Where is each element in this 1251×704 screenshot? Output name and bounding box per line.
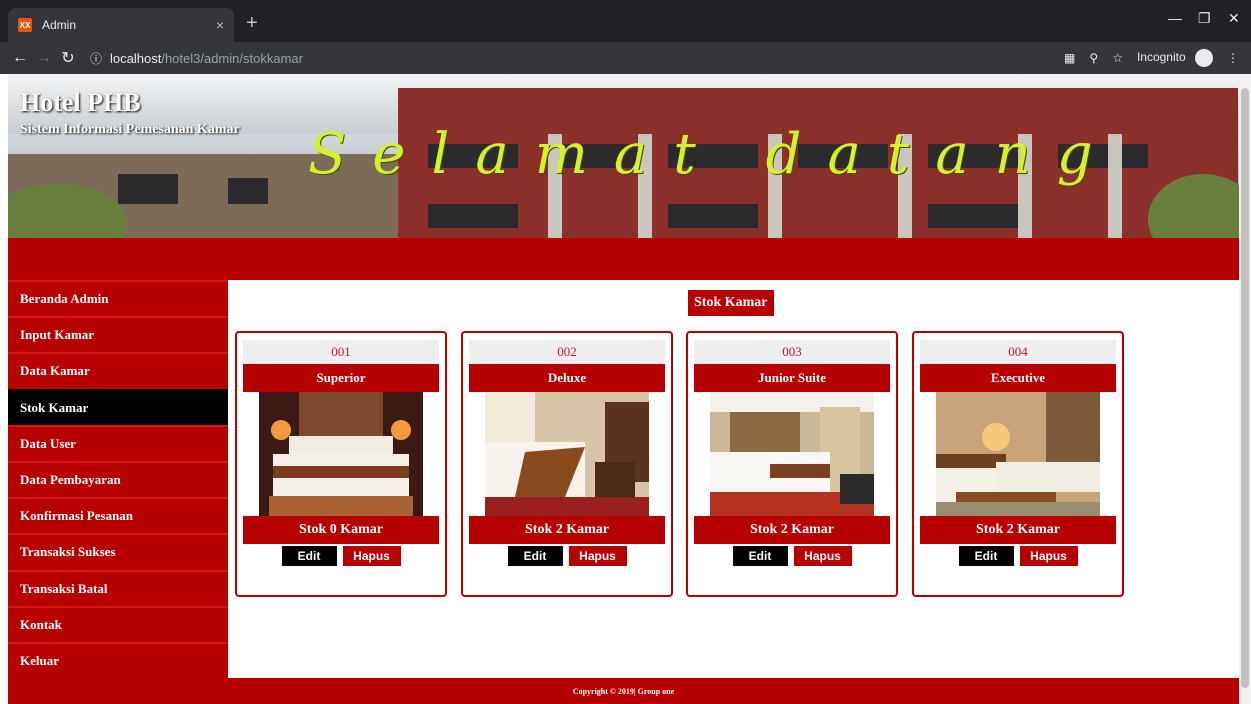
room-card: 001 Superior Stok 0 Kamar Edit Hapus xyxy=(235,331,447,597)
browser-tab-strip: XX Admin × + — ❐ ✕ xyxy=(0,0,1251,42)
url-path: /hotel3/admin/stokkamar xyxy=(161,50,303,66)
room-photo xyxy=(259,392,423,516)
room-type: Deluxe xyxy=(469,364,665,392)
sidebar: Beranda Admin Input Kamar Data Kamar Sto… xyxy=(8,280,228,678)
header-banner: Hotel PHB Sistem Informasi Pemesanan Kam… xyxy=(8,74,1239,238)
sidebar-item-beranda-admin[interactable]: Beranda Admin xyxy=(8,280,228,316)
delete-button[interactable]: Hapus xyxy=(568,546,627,566)
minimize-icon[interactable]: — xyxy=(1168,10,1182,26)
edit-button[interactable]: Edit xyxy=(507,546,563,566)
page-scrollbar[interactable] xyxy=(1239,74,1251,704)
incognito-label: Incognito xyxy=(1136,50,1186,65)
room-stock: Stok 2 Kamar xyxy=(694,516,890,544)
room-photo xyxy=(710,392,874,516)
url-host: localhost xyxy=(110,50,162,66)
delete-button[interactable]: Hapus xyxy=(342,546,401,566)
site-favicon-icon: XX xyxy=(18,18,32,32)
site-title: Hotel PHB xyxy=(20,88,141,117)
site-subtitle: Sistem Informasi Pemesanan Kamar xyxy=(20,122,240,137)
edit-button[interactable]: Edit xyxy=(281,546,337,566)
translate-icon[interactable]: ▦ xyxy=(1064,51,1075,65)
room-stock: Stok 2 Kamar xyxy=(469,516,665,544)
room-stock: Stok 2 Kamar xyxy=(920,516,1116,544)
scrollbar-thumb[interactable] xyxy=(1241,88,1249,688)
copyright-text: Copyright © 2019| Group one xyxy=(572,686,675,696)
room-card: 002 Deluxe Stok 2 Kamar Edit Hapus xyxy=(461,331,673,597)
sidebar-item-keluar[interactable]: Keluar xyxy=(8,641,228,678)
info-icon[interactable]: ⓘ xyxy=(90,50,102,67)
sidebar-item-konfirmasi-pesanan[interactable]: Konfirmasi Pesanan xyxy=(8,497,228,533)
room-photo xyxy=(936,392,1100,516)
sidebar-item-kontak[interactable]: Kontak xyxy=(8,605,228,642)
reload-icon[interactable]: ↻ xyxy=(56,48,80,68)
room-type: Junior Suite xyxy=(694,364,890,392)
back-arrow-icon[interactable]: ← xyxy=(8,49,32,67)
tab-title: Admin xyxy=(42,18,77,32)
new-tab-button[interactable]: + xyxy=(246,12,258,35)
welcome-text: Selamat datang xyxy=(308,122,1119,187)
room-code: 003 xyxy=(694,340,890,364)
sidebar-item-transaksi-sukses[interactable]: Transaksi Sukses xyxy=(8,533,228,569)
room-card: 003 Junior Suite Stok 2 Kamar Edit Hapus xyxy=(686,331,898,597)
room-stock: Stok 0 Kamar xyxy=(243,516,439,544)
header-red-band xyxy=(8,238,1239,280)
browser-menu-icon[interactable]: ⋮ xyxy=(1227,51,1239,65)
sidebar-item-input-kamar[interactable]: Input Kamar xyxy=(8,316,228,352)
main-content: Stok Kamar 001 Superior Stok 0 Kamar Edi… xyxy=(228,280,1239,678)
sidebar-item-stok-kamar[interactable]: Stok Kamar xyxy=(8,388,228,425)
delete-button[interactable]: Hapus xyxy=(1019,546,1078,566)
incognito-icon xyxy=(1195,49,1213,67)
sidebar-item-data-pembayaran[interactable]: Data Pembayaran xyxy=(8,460,228,497)
page-title: Stok Kamar xyxy=(688,290,774,316)
sidebar-item-transaksi-batal[interactable]: Transaksi Batal xyxy=(8,569,228,606)
url-field[interactable]: ⓘ localhost /hotel3/admin/stokkamar xyxy=(90,50,303,67)
incognito-indicator[interactable]: Incognito xyxy=(1137,49,1213,67)
address-bar: ← → ↻ ⓘ localhost /hotel3/admin/stokkama… xyxy=(0,42,1251,74)
room-code: 001 xyxy=(243,340,439,364)
page-viewport: Hotel PHB Sistem Informasi Pemesanan Kam… xyxy=(0,74,1251,704)
footer: Copyright © 2019| Group one xyxy=(8,678,1239,704)
window-close-icon[interactable]: ✕ xyxy=(1228,10,1240,27)
forward-arrow-icon[interactable]: → xyxy=(32,49,56,67)
room-code: 004 xyxy=(920,340,1116,364)
delete-button[interactable]: Hapus xyxy=(793,546,852,566)
page: Hotel PHB Sistem Informasi Pemesanan Kam… xyxy=(8,74,1239,704)
restore-icon[interactable]: ❐ xyxy=(1198,10,1211,27)
sidebar-item-data-user[interactable]: Data User xyxy=(8,424,228,461)
room-code: 002 xyxy=(469,340,665,364)
sidebar-item-data-kamar[interactable]: Data Kamar xyxy=(8,352,228,388)
edit-button[interactable]: Edit xyxy=(958,546,1014,566)
room-photo xyxy=(485,392,649,516)
room-card: 004 Executive Stok 2 Kamar Edit Hapus xyxy=(912,331,1124,597)
browser-tab[interactable]: XX Admin × xyxy=(8,8,234,42)
edit-button[interactable]: Edit xyxy=(732,546,788,566)
tab-close-icon[interactable]: × xyxy=(216,17,224,33)
room-type: Executive xyxy=(920,364,1116,392)
bookmark-star-icon[interactable]: ☆ xyxy=(1112,51,1123,65)
zoom-icon[interactable]: ⚲ xyxy=(1089,51,1098,65)
room-type: Superior xyxy=(243,364,439,392)
